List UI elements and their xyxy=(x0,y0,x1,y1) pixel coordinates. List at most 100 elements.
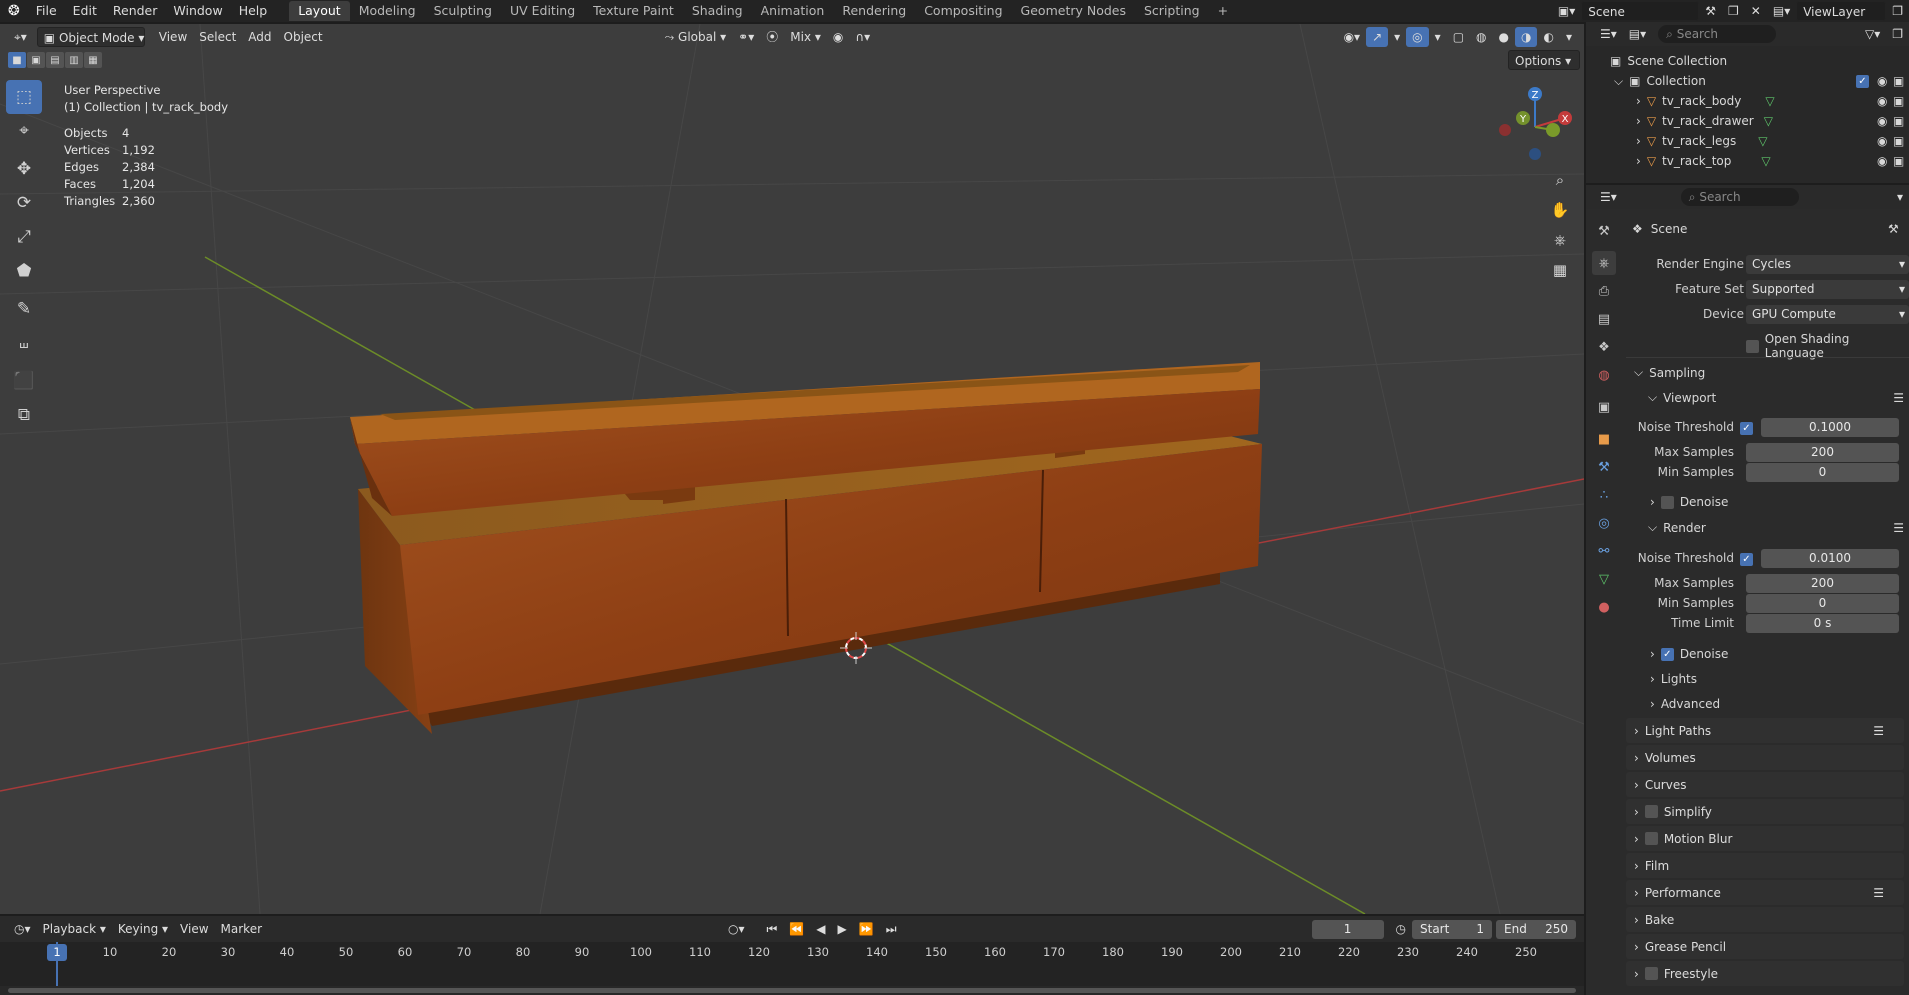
section-volumes[interactable]: › Volumes xyxy=(1626,745,1904,770)
ortho-grid-icon[interactable]: ▦ xyxy=(1548,258,1572,282)
freestyle-checkbox[interactable] xyxy=(1644,967,1658,980)
tab-shading[interactable]: Shading xyxy=(683,1,752,21)
play-reverse-icon[interactable]: ◀ xyxy=(810,919,831,939)
world-tab-icon[interactable]: ◍ xyxy=(1592,363,1616,387)
tab-layout[interactable]: Layout xyxy=(289,1,350,21)
add-workspace-icon[interactable]: + xyxy=(1209,1,1237,21)
scale-tool-icon[interactable]: ⤢ xyxy=(6,220,42,254)
new-scene-icon[interactable]: ❐ xyxy=(1722,1,1745,21)
menu-marker[interactable]: Marker xyxy=(215,919,268,939)
expand-collection-icon[interactable]: ⌵ xyxy=(1614,74,1623,89)
timeline-editor-icon[interactable]: ◷▾ xyxy=(8,919,37,939)
delete-scene-icon[interactable]: ✕ xyxy=(1745,1,1767,21)
menu-timeline-view[interactable]: View xyxy=(174,919,214,939)
section-simplify[interactable]: › Simplify xyxy=(1626,799,1904,824)
render-min-samples-field[interactable]: 0 xyxy=(1746,594,1899,613)
motion-blur-checkbox[interactable] xyxy=(1644,832,1658,845)
advanced-subsection[interactable]: › Advanced xyxy=(1650,697,1720,711)
list-icon[interactable]: ☰ xyxy=(1893,521,1904,535)
expand-icon[interactable]: › xyxy=(1636,134,1641,148)
section-film[interactable]: › Film xyxy=(1626,853,1904,878)
render-tab-icon[interactable]: ⎈ xyxy=(1592,251,1616,275)
section-motion-blur[interactable]: › Motion Blur xyxy=(1626,826,1904,851)
properties-options-icon[interactable]: ▾ xyxy=(1891,187,1909,207)
menu-playback[interactable]: Playback ▾ xyxy=(37,919,112,939)
end-frame-field[interactable]: End 250 xyxy=(1496,919,1576,939)
eye-icon[interactable]: ◉ xyxy=(1877,74,1887,88)
shading-rendered-icon[interactable]: ◐ xyxy=(1537,27,1559,47)
tab-geometry-nodes[interactable]: Geometry Nodes xyxy=(1012,1,1135,21)
render-denoise-row[interactable]: › ✓ Denoise xyxy=(1650,647,1728,661)
section-bake[interactable]: › Bake xyxy=(1626,907,1904,932)
outliner-search-field[interactable]: ⌕ Search xyxy=(1658,25,1777,43)
blender-logo-icon[interactable]: ❂ xyxy=(0,0,28,22)
camera-render-icon[interactable]: ▣ xyxy=(1893,134,1904,148)
viewport-max-samples-field[interactable]: 200 xyxy=(1746,443,1899,462)
overlay-dropdown-icon[interactable]: ▾ xyxy=(1429,27,1447,47)
view-layer-tab-icon[interactable]: ▤ xyxy=(1592,307,1616,331)
tab-sculpting[interactable]: Sculpting xyxy=(425,1,501,21)
viewport-denoise-row[interactable]: › Denoise xyxy=(1650,495,1728,509)
camera-view-icon[interactable]: ⎈ xyxy=(1548,228,1572,252)
menu-keying[interactable]: Keying ▾ xyxy=(112,919,174,939)
tab-modeling[interactable]: Modeling xyxy=(350,1,425,21)
outliner-object-row[interactable]: › ▽ tv_rack_top ▽ ◉ ▣ xyxy=(1586,151,1909,171)
select-new-icon[interactable]: ■ xyxy=(8,52,26,68)
transform-tool-icon[interactable]: ⬟ xyxy=(6,254,42,288)
eye-icon[interactable]: ◉ xyxy=(1877,114,1887,128)
expand-icon[interactable]: › xyxy=(1636,94,1641,108)
section-freestyle[interactable]: › Freestyle xyxy=(1626,961,1904,986)
section-performance[interactable]: › Performance ☰ xyxy=(1626,880,1904,905)
render-subsection-header[interactable]: ⌵ Render ☰ xyxy=(1648,520,1906,535)
menu-file[interactable]: File xyxy=(28,0,65,22)
annotate-tool-icon[interactable]: ✎ xyxy=(6,292,42,326)
eye-icon[interactable]: ◉ xyxy=(1877,94,1887,108)
shading-material-icon[interactable]: ◑ xyxy=(1515,27,1538,47)
outliner-object-row[interactable]: › ▽ tv_rack_legs ▽ ◉ ▣ xyxy=(1586,131,1909,151)
particles-tab-icon[interactable]: ∴ xyxy=(1592,483,1616,507)
outliner-collection-row[interactable]: ⌵ ▣ Collection ✓ ◉ ▣ xyxy=(1586,71,1909,91)
camera-render-icon[interactable]: ▣ xyxy=(1893,94,1904,108)
gizmo-dropdown-icon[interactable]: ▾ xyxy=(1388,27,1406,47)
3d-viewport[interactable] xyxy=(0,24,1584,914)
render-noise-field[interactable]: 0.0100 xyxy=(1761,549,1899,568)
next-keyframe-icon[interactable]: ⏩ xyxy=(853,919,880,939)
expand-icon[interactable]: › xyxy=(1636,114,1641,128)
shading-dropdown-icon[interactable]: ▾ xyxy=(1560,27,1578,47)
shading-solid-icon[interactable]: ● xyxy=(1493,27,1515,47)
menu-render[interactable]: Render xyxy=(105,0,166,22)
data-tab-icon[interactable]: ▽ xyxy=(1592,567,1616,591)
new-collection-icon[interactable]: ❐ xyxy=(1886,24,1909,44)
view-layer-icon[interactable]: ▤▾ xyxy=(1767,1,1796,21)
scene-selector-icon[interactable]: ▣▾ xyxy=(1552,1,1581,21)
visibility-icon[interactable]: ◉▾ xyxy=(1338,27,1367,47)
menu-add[interactable]: Add xyxy=(242,27,277,47)
modifier-tab-icon[interactable]: ⚒ xyxy=(1592,455,1616,479)
list-icon[interactable]: ☰ xyxy=(1893,391,1904,405)
playhead-marker[interactable]: 1 xyxy=(47,944,67,961)
scene-name-field[interactable]: Scene xyxy=(1581,1,1700,21)
render-max-samples-field[interactable]: 200 xyxy=(1746,574,1899,593)
feature-set-dropdown[interactable]: Supported ▾ xyxy=(1746,280,1909,299)
expand-icon[interactable]: › xyxy=(1636,154,1641,168)
lights-subsection[interactable]: › Lights xyxy=(1650,672,1697,686)
menu-view[interactable]: View xyxy=(153,27,193,47)
select-intersect-icon[interactable]: ▦ xyxy=(84,52,102,68)
outliner-object-row[interactable]: › ▽ tv_rack_body ▽ ◉ ▣ xyxy=(1586,91,1909,111)
camera-render-icon[interactable]: ▣ xyxy=(1893,114,1904,128)
collection-tab-icon[interactable]: ▣ xyxy=(1592,395,1616,419)
viewport-min-samples-field[interactable]: 0 xyxy=(1746,463,1899,482)
gizmo-toggle-icon[interactable]: ↗ xyxy=(1366,27,1389,47)
menu-select[interactable]: Select xyxy=(193,27,242,47)
render-denoise-checkbox[interactable]: ✓ xyxy=(1660,647,1674,661)
measure-tool-icon[interactable]: ⧢ xyxy=(6,326,42,360)
tool-tab-icon[interactable]: ⚒ xyxy=(1592,219,1616,243)
extrude-tool-icon[interactable]: ⧉ xyxy=(6,398,42,432)
viewport-denoise-checkbox[interactable] xyxy=(1660,495,1674,509)
section-curves[interactable]: › Curves xyxy=(1626,772,1904,797)
viewport-noise-checkbox[interactable]: ✓ xyxy=(1740,422,1753,435)
pivot-icon[interactable]: ⚭▾ xyxy=(732,27,760,47)
jump-end-icon[interactable]: ⏭ xyxy=(880,919,903,939)
select-extend-icon[interactable]: ▣ xyxy=(27,52,45,68)
section-light-paths[interactable]: › Light Paths ☰ xyxy=(1626,718,1904,743)
